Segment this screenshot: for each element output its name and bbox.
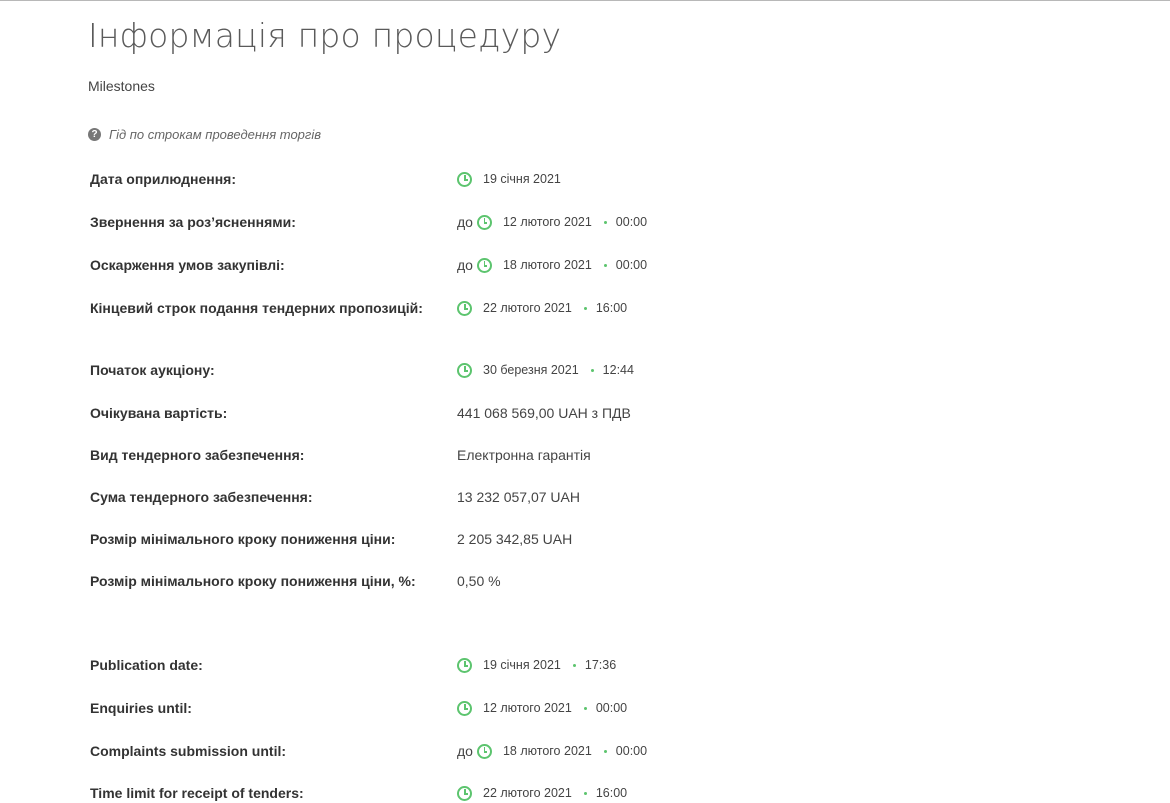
row-value: 22 лютого 2021 16:00 [457,298,627,318]
row-label: Оскарження умов закупівлі: [90,257,285,273]
clock-icon [476,214,492,230]
row-label: Enquiries until: [90,700,192,716]
row-label: Complaints submission until: [90,743,287,759]
clock-icon [457,785,472,801]
row-value: до 18 лютого 2021 00:00 [457,255,647,275]
row-label: Звернення за роз’ясненнями: [90,214,296,230]
row-label: Сума тендерного забезпечення: [90,489,313,505]
time-text: 16:00 [595,301,628,315]
row-value: Електронна гарантія [457,447,591,463]
row-label: Очікувана вартість: [90,405,228,421]
page-title: Інформація про процедуру [88,16,562,55]
separator-dot [583,306,587,310]
row-value: 0,50 % [457,573,501,589]
separator-dot [603,220,607,224]
row-label: Time limit for receipt of tenders: [90,785,304,801]
row-label: Початок аукціону: [90,362,215,378]
time-text: 16:00 [595,786,628,800]
date-text: 12 лютого 2021 [483,701,572,715]
date-text: 22 лютого 2021 [483,301,572,315]
date-text: 19 січня 2021 [483,658,561,672]
date-text: 30 березня 2021 [483,363,579,377]
guide-link[interactable]: ? Гід по строкам проведення торгів [88,127,321,142]
row-label: Publication date: [90,657,203,673]
prefix-text: до [457,214,473,230]
row-value: 13 232 057,07 UAH [457,489,580,505]
row-label: Розмір мінімального кроку пониження ціни… [90,531,396,547]
separator-dot [590,368,594,372]
clock-icon [476,257,492,273]
time-text: 00:00 [615,215,648,229]
row-value: 2 205 342,85 UAH [457,531,573,547]
row-value: 19 січня 2021 17:36 [457,655,616,675]
row-value: 19 січня 2021 [457,169,561,189]
clock-icon [457,700,472,716]
clock-icon [457,657,472,673]
clock-icon [476,743,492,759]
prefix-text: до [457,743,473,759]
row-label: Вид тендерного забезпечення: [90,447,305,463]
separator-dot [583,791,587,795]
date-text: 18 лютого 2021 [502,258,592,272]
row-value: 30 березня 2021 12:44 [457,360,634,380]
date-text: 12 лютого 2021 [502,215,592,229]
separator-dot [603,263,607,267]
separator-dot [603,749,607,753]
separator-dot [572,663,576,667]
row-value: до 12 лютого 2021 00:00 [457,212,647,232]
row-value: до 18 лютого 2021 00:00 [457,741,647,761]
time-text: 00:00 [615,744,648,758]
prefix-text: до [457,257,473,273]
clock-icon [457,171,472,187]
time-text: 00:00 [595,701,628,715]
clock-icon [457,362,472,378]
date-text: 18 лютого 2021 [502,744,592,758]
separator-dot [583,706,587,710]
row-value: 441 068 569,00 UAH з ПДВ [457,405,631,421]
clock-icon [457,300,472,316]
guide-link-label: Гід по строкам проведення торгів [109,127,321,142]
question-circle-icon: ? [88,128,101,141]
row-label: Кінцевий строк подання тендерних пропози… [90,300,423,316]
row-label: Дата оприлюднення: [90,171,236,187]
row-value: 12 лютого 2021 00:00 [457,698,627,718]
time-text: 00:00 [615,258,648,272]
date-text: 22 лютого 2021 [483,786,572,800]
page-subtitle: Milestones [88,78,155,94]
date-text: 19 січня 2021 [483,172,561,186]
time-text: 17:36 [584,658,617,672]
row-label: Розмір мінімального кроку пониження ціни… [90,573,416,589]
row-value: 22 лютого 2021 16:00 [457,783,627,803]
time-text: 12:44 [602,363,634,377]
